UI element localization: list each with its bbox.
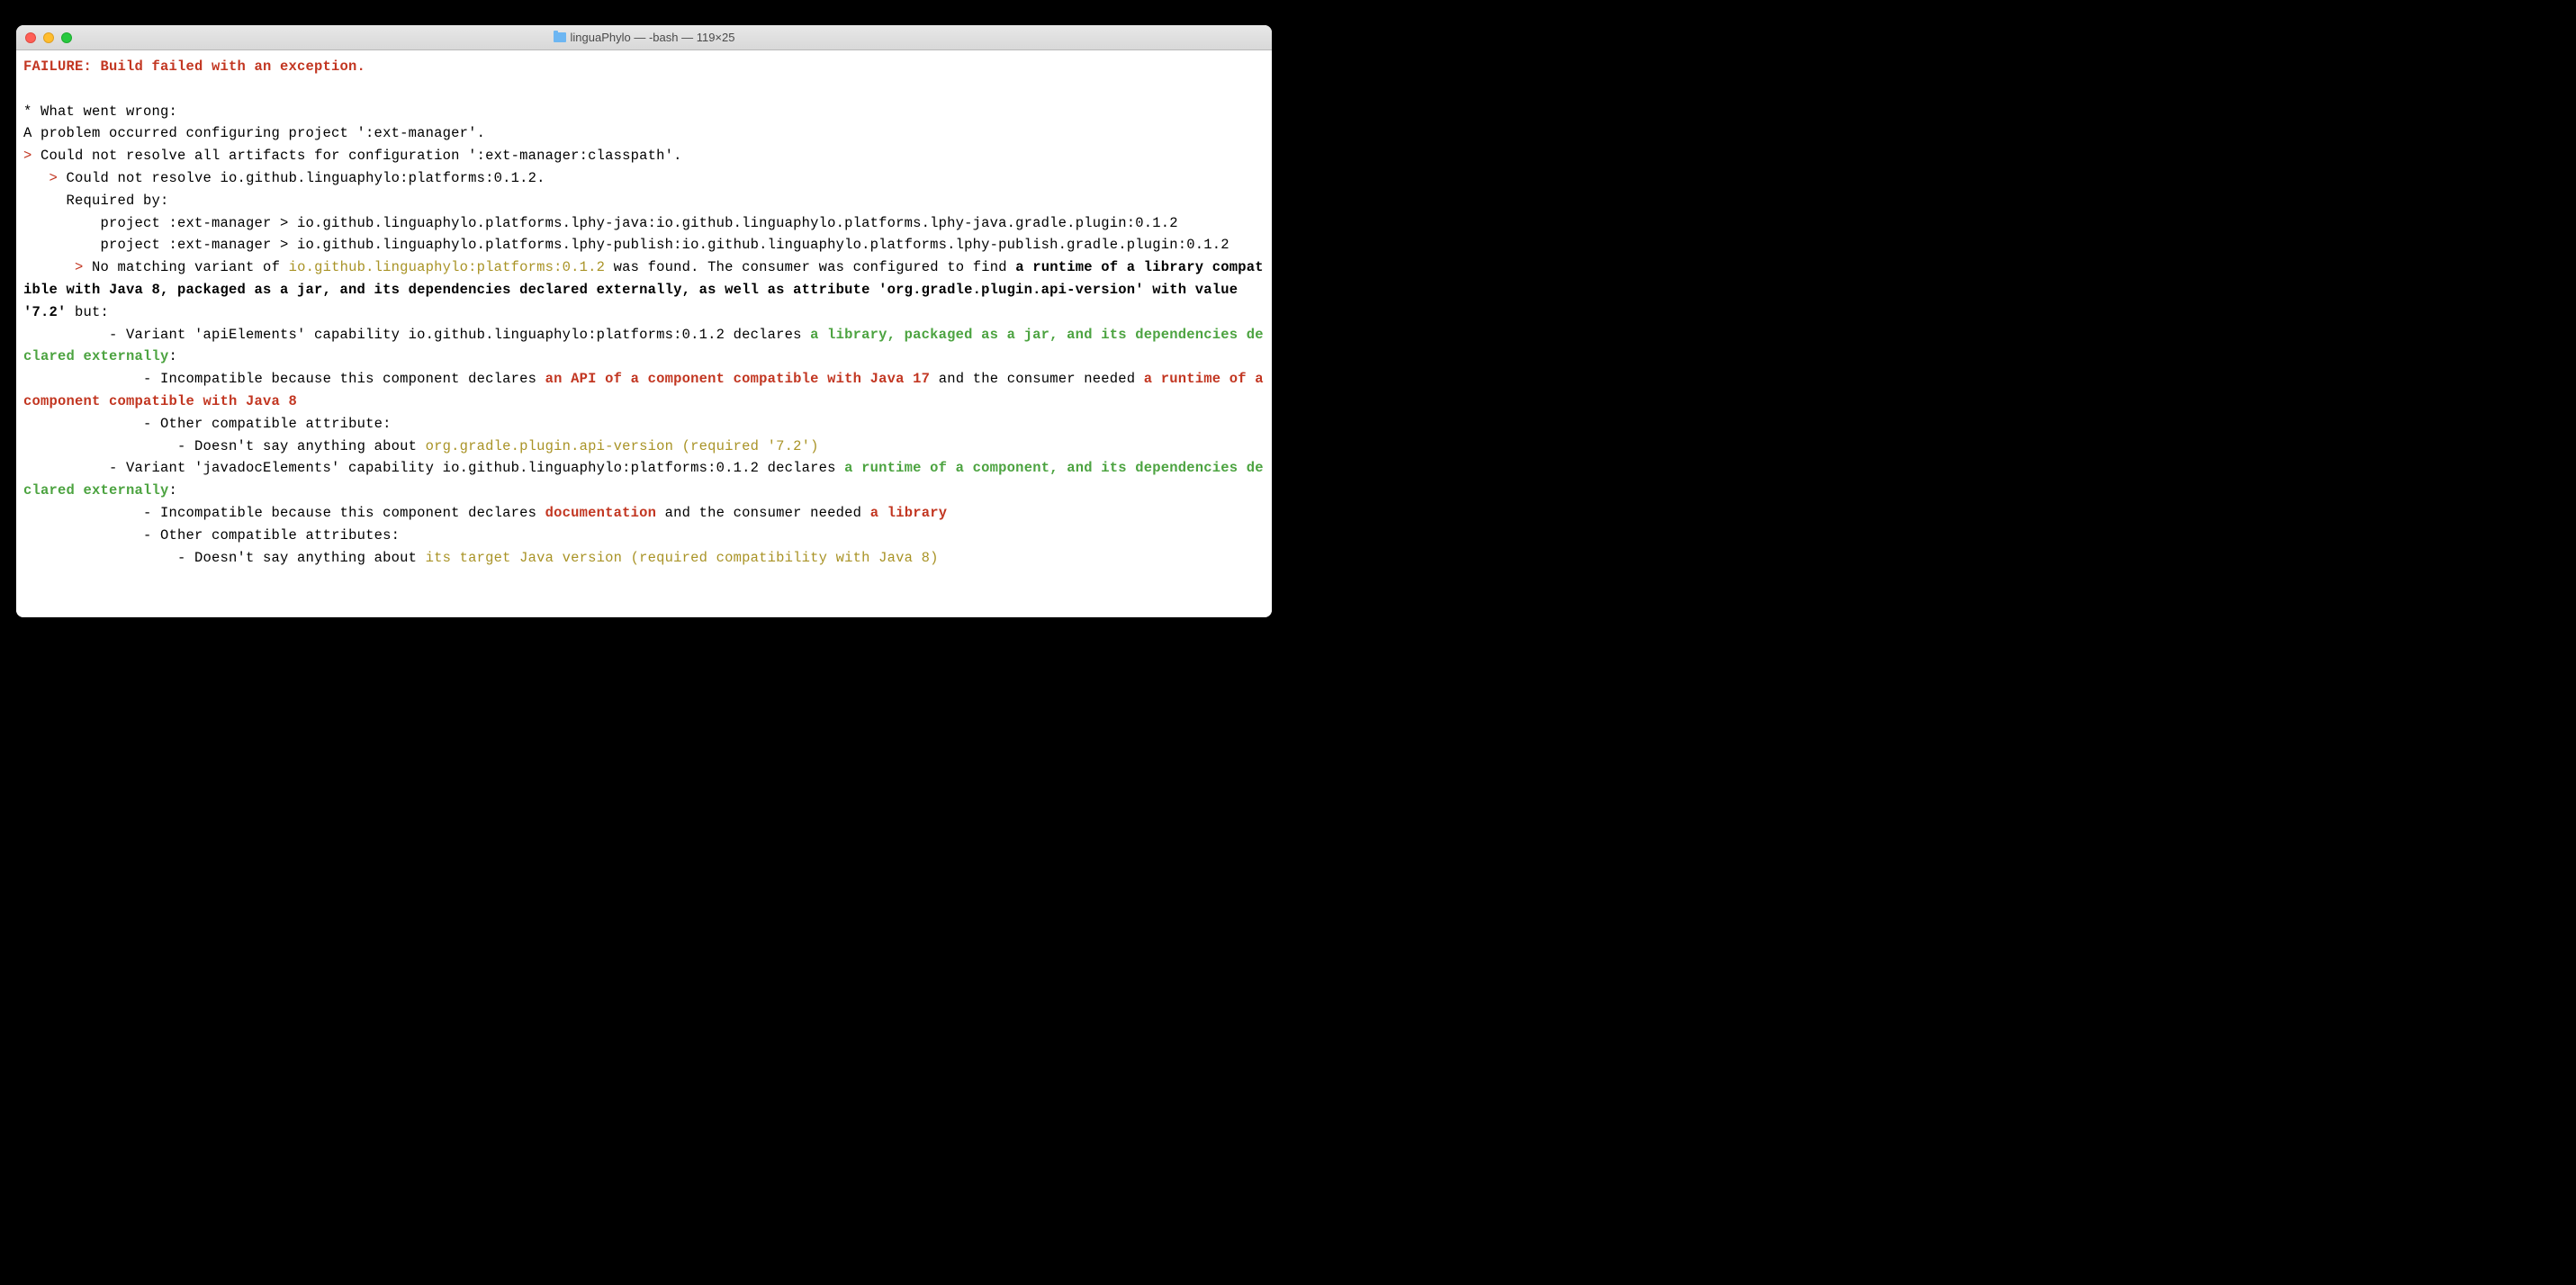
required-by-line: Required by: (23, 193, 169, 209)
terminal-window: linguaPhylo — -bash — 119×25 FAILURE: Bu… (16, 25, 1272, 617)
no-matching-text: No matching variant of (92, 259, 289, 275)
doesnt-say-line: - Doesn't say anything about (23, 438, 426, 454)
package-name: io.github.linguaphylo:platforms:0.1.2 (289, 259, 606, 275)
project-line-2: project :ext-manager > io.github.linguap… (23, 237, 1229, 253)
minimize-button[interactable] (43, 32, 54, 43)
failure-line: FAILURE: Build failed with an exception. (23, 58, 365, 75)
error-marker: > (23, 259, 92, 275)
project-line-1: project :ext-manager > io.github.linguap… (23, 215, 1178, 231)
other-compat-line: - Other compatible attribute: (23, 416, 392, 432)
what-went-wrong-header: * What went wrong: (23, 103, 177, 120)
consumer-needed-text: and the consumer needed (656, 505, 870, 521)
api-java17: an API of a component compatible with Ja… (545, 371, 931, 387)
titlebar[interactable]: linguaPhylo — -bash — 119×25 (16, 25, 1272, 50)
variant-javadoc-line: - Variant 'javadocElements' capability i… (23, 460, 844, 476)
could-not-resolve-line: Could not resolve io.github.linguaphylo:… (67, 170, 545, 186)
resolve-artifacts-line: Could not resolve all artifacts for conf… (41, 148, 682, 164)
incompatible-doc-line: - Incompatible because this component de… (23, 505, 545, 521)
incompatible-line: - Incompatible because this component de… (23, 371, 545, 387)
colon: : (169, 482, 178, 499)
problem-line: A problem occurred configuring project '… (23, 125, 485, 141)
target-java-version: its target Java version (required compat… (426, 550, 939, 566)
error-marker: > (23, 148, 41, 164)
title-text: linguaPhylo — -bash — 119×25 (571, 31, 735, 44)
close-button[interactable] (25, 32, 36, 43)
maximize-button[interactable] (61, 32, 72, 43)
documentation-text: documentation (545, 505, 657, 521)
was-found-text: was found. The consumer was configured t… (605, 259, 1015, 275)
traffic-lights (25, 32, 72, 43)
terminal-output[interactable]: FAILURE: Build failed with an exception.… (16, 50, 1272, 617)
folder-icon (554, 32, 566, 42)
consumer-needed-text: and the consumer needed (930, 371, 1144, 387)
gradle-plugin-version: org.gradle.plugin.api-version (required … (426, 438, 819, 454)
doesnt-say-java-line: - Doesn't say anything about (23, 550, 426, 566)
colon: : (169, 348, 178, 364)
error-marker: > (23, 170, 67, 186)
other-compat-attrs-line: - Other compatible attributes: (23, 527, 400, 544)
but-text: but: (67, 304, 110, 320)
variant-api-line: - Variant 'apiElements' capability io.gi… (23, 327, 810, 343)
library-text: a library (870, 505, 948, 521)
window-title: linguaPhylo — -bash — 119×25 (554, 31, 735, 44)
